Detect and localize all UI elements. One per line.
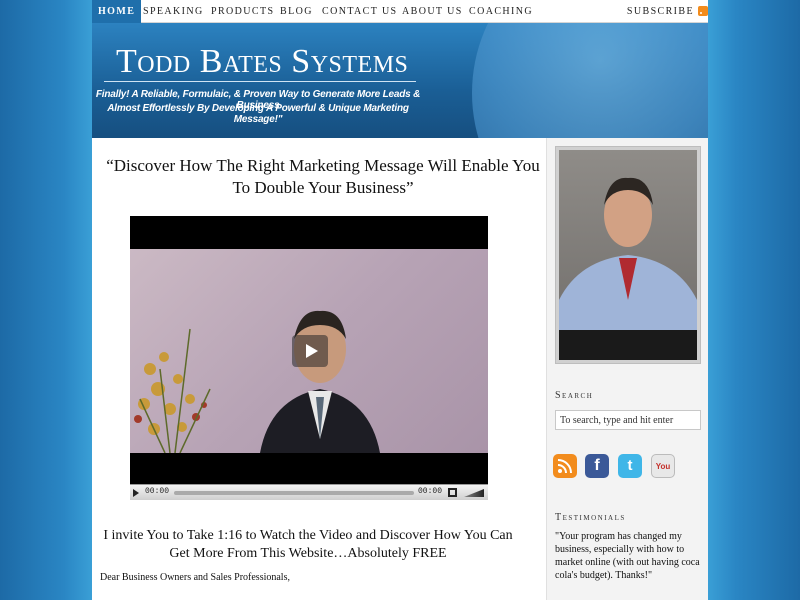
salutation-text: Dear Business Owners and Sales Professio… bbox=[100, 572, 290, 583]
seek-bar[interactable] bbox=[174, 491, 414, 495]
testimonial-text: "Your program has changed my business, e… bbox=[555, 531, 700, 581]
rss-feed-icon[interactable] bbox=[553, 454, 577, 478]
globe-graphic bbox=[472, 23, 708, 138]
profile-photo-frame bbox=[555, 146, 701, 364]
facebook-icon[interactable]: f bbox=[585, 454, 609, 478]
top-nav: HOME SPEAKING PRODUCTS BLOG CONTACT US A… bbox=[92, 0, 708, 23]
invite-text: I invite You to Take 1:16 to Watch the V… bbox=[103, 528, 513, 561]
flowers-image bbox=[134, 328, 211, 453]
current-time: 00:00 bbox=[145, 487, 170, 496]
play-icon[interactable] bbox=[133, 489, 139, 497]
nav-speaking[interactable]: SPEAKING bbox=[143, 0, 204, 23]
nav-coaching[interactable]: COACHING bbox=[469, 0, 533, 23]
fullscreen-icon[interactable] bbox=[448, 488, 457, 497]
volume-icon[interactable] bbox=[464, 489, 484, 497]
nav-products[interactable]: PRODUCTS bbox=[211, 0, 274, 23]
video-controls: 00:00 00:00 bbox=[130, 484, 488, 500]
nav-blog[interactable]: BLOG bbox=[280, 0, 313, 23]
site-header: Todd Bates Systems Finally! A Reliable, … bbox=[92, 23, 708, 138]
nav-home[interactable]: HOME bbox=[92, 0, 142, 23]
video-player[interactable]: 00:00 00:00 bbox=[130, 216, 488, 500]
sidebar: Search You f t Testimonials "Your progra… bbox=[546, 138, 708, 600]
nav-contact-us[interactable]: CONTACT US bbox=[322, 0, 398, 23]
search-heading: Search bbox=[555, 390, 594, 401]
rss-icon[interactable] bbox=[698, 6, 708, 16]
rss-glyph-icon bbox=[557, 459, 572, 474]
presenter-image bbox=[260, 310, 380, 453]
nav-about-us[interactable]: ABOUT US bbox=[402, 0, 463, 23]
testimonials-heading: Testimonials bbox=[555, 512, 626, 523]
subscribe-link[interactable]: SUBSCRIBE bbox=[627, 0, 694, 23]
youtube-icon-box[interactable]: You bbox=[651, 454, 675, 478]
total-time: 00:00 bbox=[418, 487, 443, 496]
search-input[interactable] bbox=[555, 410, 701, 430]
site-title[interactable]: Todd Bates Systems bbox=[116, 43, 408, 81]
tagline-line-2: Almost Effortlessly By Developing A Powe… bbox=[107, 103, 409, 125]
title-divider bbox=[104, 81, 416, 82]
page: HOME SPEAKING PRODUCTS BLOG CONTACT US A… bbox=[92, 0, 708, 600]
video-frame[interactable] bbox=[130, 249, 488, 453]
twitter-icon[interactable]: t bbox=[618, 454, 642, 478]
profile-photo bbox=[559, 150, 697, 360]
main-headline: “Discover How The Right Marketing Messag… bbox=[106, 156, 540, 197]
play-button[interactable] bbox=[292, 335, 328, 367]
